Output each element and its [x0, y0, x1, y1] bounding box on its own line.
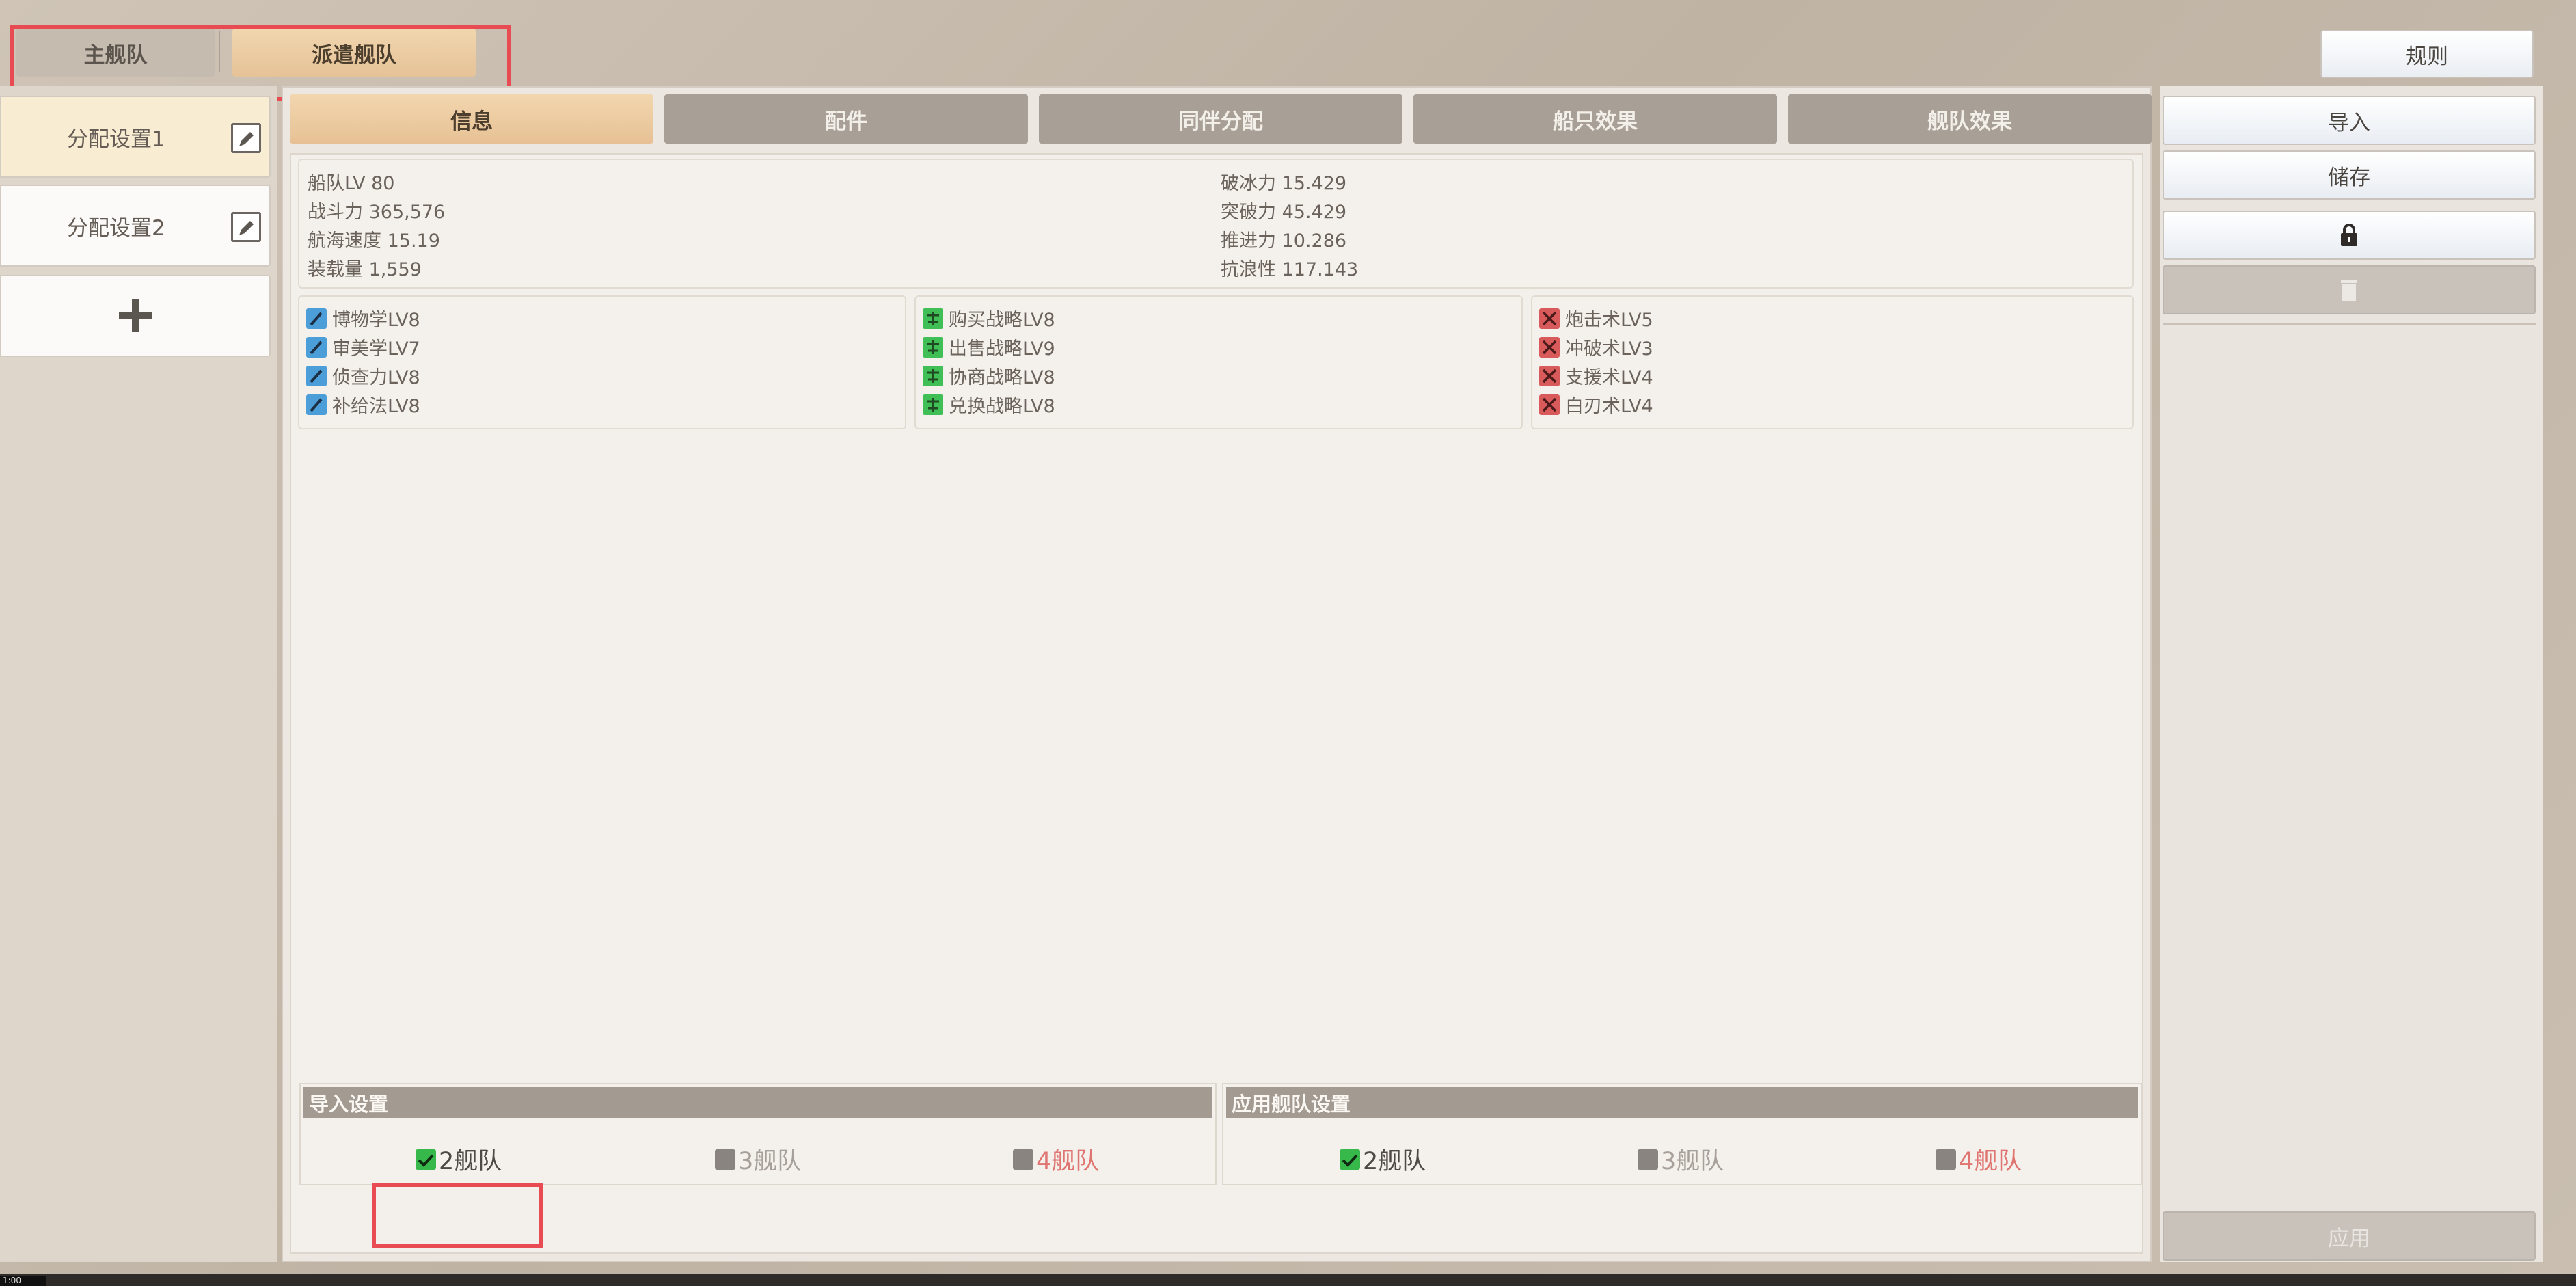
preset-label: 分配设置2 [67, 215, 165, 241]
apply-fleet-4-checkbox[interactable]: 4舰队 [1936, 1142, 2022, 1177]
preset-label: 分配设置1 [67, 126, 165, 152]
checkbox-label: 2舰队 [1363, 1148, 1426, 1175]
crossed-swords-icon [1539, 365, 1560, 386]
skill-label: 购买战略LV8 [949, 310, 1055, 331]
import-settings: 导入设置 2舰队 3舰队 4舰队 [299, 1083, 1217, 1185]
tab-fleet-effects[interactable]: 舰队效果 [1788, 94, 2152, 144]
tab-dispatch-fleet[interactable]: 派遣舰队 [232, 29, 476, 77]
skill-label: 支援术LV4 [1565, 367, 1653, 388]
import-fleet-2-checkbox[interactable]: 2舰队 [416, 1142, 502, 1177]
skill-label: 白刃术LV4 [1565, 396, 1653, 417]
skill-item: 协商战略LV8 [923, 362, 1055, 389]
skill-label: 兑换战略LV8 [949, 396, 1055, 417]
skill-item: 博物学LV8 [306, 305, 420, 332]
apply-settings: 应用舰队设置 2舰队 3舰队 4舰队 [1222, 1083, 2142, 1185]
checkbox-label: 3舰队 [1661, 1148, 1724, 1175]
add-preset-button[interactable] [0, 275, 271, 357]
skill-label: 补给法LV8 [332, 396, 420, 417]
stat-wave-resistance: 抗浪性 117.143 [1221, 259, 1359, 280]
skill-item: 出售战略LV9 [923, 334, 1055, 360]
skill-item: 补给法LV8 [306, 391, 420, 418]
skills-study: 博物学LV8 审美学LV7 侦查力LV8 补给法LV8 [298, 295, 906, 429]
stat-fleet-level: 船队LV 80 [308, 173, 395, 194]
skill-label: 冲破术LV3 [1565, 338, 1653, 360]
trade-icon [923, 365, 943, 386]
skill-label: 博物学LV8 [332, 310, 420, 331]
save-button[interactable]: 储存 [2163, 150, 2536, 200]
trash-icon [2341, 280, 2357, 301]
import-settings-title: 导入设置 [303, 1087, 1212, 1118]
skill-label: 审美学LV7 [332, 338, 420, 360]
plus-icon [119, 299, 152, 332]
import-fleet-4-checkbox[interactable]: 4舰队 [1013, 1142, 1099, 1177]
trade-icon [923, 308, 943, 329]
apply-fleet-3-checkbox[interactable]: 3舰队 [1638, 1142, 1724, 1177]
checkbox-label: 3舰队 [738, 1148, 802, 1175]
skill-label: 侦查力LV8 [332, 367, 420, 388]
skills-trade: 购买战略LV8 出售战略LV9 协商战略LV8 兑换战略LV8 [914, 295, 1523, 429]
pencil-icon [306, 308, 327, 329]
delete-button[interactable] [2163, 265, 2536, 314]
crossed-swords-icon [1539, 394, 1560, 415]
stat-sailing-speed: 航海速度 15.19 [308, 230, 440, 252]
pencil-icon [306, 336, 327, 358]
lock-button[interactable] [2163, 211, 2536, 260]
edit-icon[interactable] [231, 212, 261, 242]
checkbox-label: 4舰队 [1036, 1148, 1100, 1175]
skill-label: 炮击术LV5 [1565, 310, 1653, 331]
tab-info[interactable]: 信息 [290, 94, 653, 144]
edit-icon[interactable] [231, 123, 261, 153]
skill-item: 购买战略LV8 [923, 305, 1055, 332]
skills-battle: 炮击术LV5 冲破术LV3 支援术LV4 白刃术LV4 [1531, 295, 2134, 429]
stat-icebreak: 破冰力 15.429 [1221, 173, 1347, 194]
clock: 1:00 [0, 1276, 46, 1286]
preset-list: 分配设置1 分配设置2 [0, 86, 277, 1262]
skill-item: 兑换战略LV8 [923, 391, 1055, 418]
skill-item: 支援术LV4 [1539, 362, 1653, 389]
apply-fleet-2-checkbox[interactable]: 2舰队 [1340, 1142, 1426, 1177]
pencil-icon [306, 394, 327, 415]
fleet-stats: 船队LV 80 战斗力 365,576 航海速度 15.19 装载量 1,559… [298, 159, 2134, 289]
stat-breakthrough: 突破力 45.429 [1221, 202, 1347, 223]
apply-button[interactable]: 应用 [2163, 1211, 2536, 1261]
tab-divider [219, 31, 220, 72]
stat-propulsion: 推进力 10.286 [1221, 230, 1347, 252]
checkbox-icon [1936, 1149, 1956, 1170]
taskbar [0, 1274, 2576, 1286]
tab-ship-effects[interactable]: 船只效果 [1413, 94, 1777, 144]
tab-parts[interactable]: 配件 [664, 94, 1028, 144]
skill-item: 冲破术LV3 [1539, 334, 1653, 360]
checkbox-checked-icon [416, 1149, 436, 1170]
checkbox-checked-icon [1340, 1149, 1360, 1170]
skill-item: 白刃术LV4 [1539, 391, 1653, 418]
skill-label: 协商战略LV8 [949, 367, 1055, 388]
skill-item: 炮击术LV5 [1539, 305, 1653, 332]
crossed-swords-icon [1539, 336, 1560, 358]
tab-companion[interactable]: 同伴分配 [1039, 94, 1402, 144]
action-panel: 导入 储存 应用 [2160, 86, 2543, 1262]
import-button[interactable]: 导入 [2163, 96, 2536, 145]
apply-settings-title: 应用舰队设置 [1226, 1087, 2138, 1118]
trade-icon [923, 394, 943, 415]
checkbox-label: 2舰队 [439, 1148, 502, 1175]
pencil-icon [306, 365, 327, 386]
lock-icon [2341, 224, 2357, 246]
skill-label: 出售战略LV9 [949, 338, 1055, 360]
tab-main-fleet[interactable]: 主舰队 [16, 29, 215, 77]
stat-capacity: 装载量 1,559 [308, 259, 422, 280]
action-divider [2163, 323, 2536, 325]
trade-icon [923, 336, 943, 358]
preset-item-1[interactable]: 分配设置1 [0, 96, 271, 178]
rules-button[interactable]: 规则 [2320, 30, 2534, 78]
stat-combat-power: 战斗力 365,576 [308, 202, 446, 223]
crossed-swords-icon [1539, 308, 1560, 329]
skill-item: 审美学LV7 [306, 334, 420, 360]
import-fleet-3-checkbox[interactable]: 3舰队 [715, 1142, 801, 1177]
checkbox-icon [1638, 1149, 1658, 1170]
preset-item-2[interactable]: 分配设置2 [0, 185, 271, 267]
checkbox-icon [715, 1149, 735, 1170]
skill-item: 侦查力LV8 [306, 362, 420, 389]
checkbox-icon [1013, 1149, 1033, 1170]
checkbox-label: 4舰队 [1959, 1148, 2022, 1175]
